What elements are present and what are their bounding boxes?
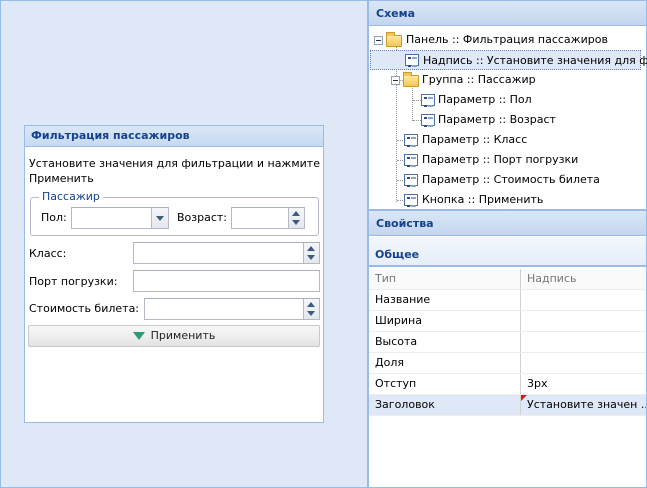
field-icon bbox=[421, 114, 435, 127]
property-value: Надпись bbox=[527, 272, 577, 285]
tree-node-label: Параметр :: Стоимость билета bbox=[422, 173, 600, 186]
collapse-icon[interactable] bbox=[391, 76, 400, 85]
tree-node-label: Группа :: Пассажир bbox=[422, 73, 536, 86]
sex-dropdown-button[interactable] bbox=[151, 208, 168, 228]
chevron-down-icon bbox=[156, 216, 164, 221]
property-key: Заголовок bbox=[369, 395, 521, 415]
passenger-fieldset: Пассажир Пол: Возраст: bbox=[30, 190, 319, 236]
filter-panel-preview[interactable]: Фильтрация пассажиров Установите значени… bbox=[24, 125, 324, 423]
tree-node-param-age[interactable]: Параметр :: Возраст bbox=[369, 110, 646, 130]
description-label: Установите значения для фильтрации и наж… bbox=[29, 157, 320, 185]
property-row-caption[interactable]: Заголовок Установите значен ... bbox=[369, 395, 646, 416]
tree-node-label: Надпись :: Установите значения для фи... bbox=[423, 54, 647, 67]
spin-down-icon[interactable] bbox=[292, 220, 300, 225]
spin-up-icon[interactable] bbox=[307, 302, 315, 307]
tree-node-panel[interactable]: Панель :: Фильтрация пассажиров bbox=[369, 30, 646, 50]
property-key: Отступ bbox=[369, 374, 521, 394]
apply-button[interactable]: Применить bbox=[28, 325, 320, 347]
tree-node-param-port[interactable]: Параметр :: Порт погрузки bbox=[369, 150, 646, 170]
cost-spin-buttons[interactable] bbox=[303, 299, 319, 319]
field-icon bbox=[404, 134, 418, 147]
tree-node-param-cost[interactable]: Параметр :: Стоимость билета bbox=[369, 170, 646, 190]
property-key: Название bbox=[369, 290, 521, 310]
apply-arrow-icon bbox=[132, 332, 145, 340]
tree-node-label-item[interactable]: Надпись :: Установите значения для фи... bbox=[370, 50, 647, 70]
field-icon bbox=[421, 94, 435, 107]
property-value[interactable] bbox=[521, 332, 646, 352]
age-spin-buttons[interactable] bbox=[288, 208, 304, 228]
tree-node-label: Панель :: Фильтрация пассажиров bbox=[406, 33, 608, 46]
property-value[interactable] bbox=[521, 311, 646, 331]
cost-spinner[interactable] bbox=[144, 298, 320, 320]
property-value[interactable]: Установите значен ... bbox=[521, 395, 646, 415]
properties-panel: Свойства Общее Тип Надпись Название Шири… bbox=[368, 210, 647, 488]
properties-title: Свойства bbox=[369, 211, 646, 236]
tree-node-label: Кнопка :: Применить bbox=[422, 193, 544, 206]
class-spinner[interactable] bbox=[133, 242, 320, 264]
field-icon bbox=[404, 154, 418, 167]
property-value[interactable] bbox=[521, 290, 646, 310]
port-label: Порт погрузки: bbox=[29, 275, 118, 288]
folder-icon bbox=[386, 32, 402, 47]
tree-node-label: Параметр :: Класс bbox=[422, 133, 528, 146]
property-row-type[interactable]: Тип Надпись bbox=[369, 269, 646, 290]
property-value-text: Установите значен ... bbox=[527, 398, 646, 411]
port-input[interactable] bbox=[134, 271, 319, 291]
tree-node-param-sex[interactable]: Параметр :: Пол bbox=[369, 90, 646, 110]
schema-title: Схема bbox=[369, 1, 646, 26]
fieldset-legend: Пассажир bbox=[39, 190, 103, 203]
port-field[interactable] bbox=[133, 270, 320, 292]
cost-input[interactable] bbox=[145, 299, 319, 319]
property-row-height[interactable]: Высота bbox=[369, 332, 646, 353]
design-canvas[interactable]: Фильтрация пассажиров Установите значени… bbox=[0, 0, 368, 488]
spin-down-icon[interactable] bbox=[307, 255, 315, 260]
property-key: Ширина bbox=[369, 311, 521, 331]
age-label: Возраст: bbox=[177, 211, 228, 224]
property-value[interactable]: 3px bbox=[521, 374, 646, 394]
spin-up-icon[interactable] bbox=[292, 211, 300, 216]
cost-label: Стоимость билета: bbox=[29, 302, 140, 315]
spin-down-icon[interactable] bbox=[307, 311, 315, 316]
sex-combobox[interactable] bbox=[71, 207, 169, 229]
property-value[interactable] bbox=[521, 353, 646, 373]
panel-title: Фильтрация пассажиров bbox=[25, 126, 323, 147]
spin-up-icon[interactable] bbox=[307, 246, 315, 251]
field-icon bbox=[405, 54, 419, 67]
tree-node-group[interactable]: Группа :: Пассажир bbox=[369, 70, 646, 90]
class-spin-buttons[interactable] bbox=[303, 243, 319, 263]
age-spinner[interactable] bbox=[231, 207, 305, 229]
class-input[interactable] bbox=[134, 243, 319, 263]
property-row-width[interactable]: Ширина bbox=[369, 311, 646, 332]
collapse-icon[interactable] bbox=[374, 36, 383, 45]
modified-marker-icon bbox=[521, 395, 527, 401]
property-key: Тип bbox=[369, 269, 521, 289]
apply-button-label: Применить bbox=[150, 329, 216, 342]
property-row-padding[interactable]: Отступ 3px bbox=[369, 374, 646, 395]
field-icon bbox=[404, 174, 418, 187]
schema-panel: Схема Панель :: Фильтрация пассажиров На… bbox=[368, 0, 647, 210]
class-label: Класс: bbox=[29, 247, 67, 260]
property-group-title[interactable]: Общее bbox=[369, 237, 646, 267]
property-row-name[interactable]: Название bbox=[369, 290, 646, 311]
folder-icon bbox=[403, 72, 419, 87]
property-key: Доля bbox=[369, 353, 521, 373]
property-row-flex[interactable]: Доля bbox=[369, 353, 646, 374]
property-key: Высота bbox=[369, 332, 521, 352]
sex-label: Пол: bbox=[41, 211, 67, 224]
tree-node-label: Параметр :: Возраст bbox=[438, 113, 556, 126]
tree-node-param-class[interactable]: Параметр :: Класс bbox=[369, 130, 646, 150]
field-icon bbox=[404, 194, 418, 207]
tree-node-label: Параметр :: Пол bbox=[438, 93, 532, 106]
tree-node-button-apply[interactable]: Кнопка :: Применить bbox=[369, 190, 646, 210]
tree-node-label: Параметр :: Порт погрузки bbox=[422, 153, 579, 166]
